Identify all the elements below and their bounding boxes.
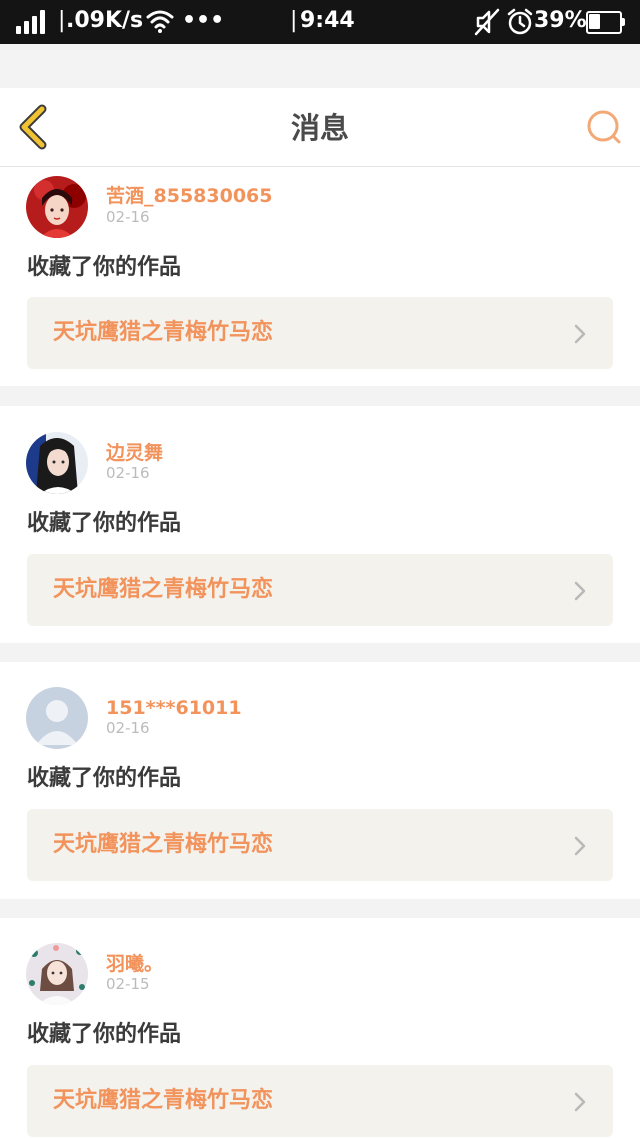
username[interactable]: 边灵舞 xyxy=(106,441,163,465)
work-title: 天坑鹰猎之青梅竹马恋 xyxy=(53,577,274,602)
alarm-icon xyxy=(506,8,534,36)
search-icon[interactable] xyxy=(584,108,624,148)
battery-percent: 39% xyxy=(534,8,587,33)
work-title: 天坑鹰猎之青梅竹马恋 xyxy=(53,320,274,345)
mute-icon xyxy=(474,8,500,36)
clock-time: 9:44 xyxy=(300,8,355,33)
action-text: 收藏了你的作品 xyxy=(27,511,182,536)
chevron-right-icon xyxy=(573,835,587,857)
action-text: 收藏了你的作品 xyxy=(27,766,182,791)
username[interactable]: 羽曦。 xyxy=(106,952,163,976)
work-title: 天坑鹰猎之青梅竹马恋 xyxy=(53,1088,274,1113)
status-divider: | xyxy=(58,8,66,33)
work-link[interactable]: 天坑鹰猎之青梅竹马恋 xyxy=(27,297,613,369)
message-card: 苦酒_855830065 02-16 收藏了你的作品 天坑鹰猎之青梅竹马恋 xyxy=(0,167,640,386)
battery-icon xyxy=(586,11,625,34)
network-speed: .09K/s xyxy=(66,8,144,33)
avatar[interactable] xyxy=(26,943,88,1005)
work-title: 天坑鹰猎之青梅竹马恋 xyxy=(53,832,274,857)
chevron-right-icon xyxy=(573,323,587,345)
username[interactable]: 苦酒_855830065 xyxy=(106,184,272,208)
status-bar: | .09K/s ••• | 9:44 39% xyxy=(0,0,640,44)
message-date: 02-16 xyxy=(106,208,150,226)
action-text: 收藏了你的作品 xyxy=(27,1022,182,1047)
page-title: 消息 xyxy=(290,111,349,145)
message-card: 151***61011 02-16 收藏了你的作品 天坑鹰猎之青梅竹马恋 xyxy=(0,662,640,899)
work-link[interactable]: 天坑鹰猎之青梅竹马恋 xyxy=(27,809,613,881)
avatar[interactable] xyxy=(26,687,88,749)
chevron-right-icon xyxy=(573,1091,587,1113)
chevron-right-icon xyxy=(573,580,587,602)
message-date: 02-15 xyxy=(106,975,150,993)
work-link[interactable]: 天坑鹰猎之青梅竹马恋 xyxy=(27,554,613,626)
wifi-icon xyxy=(146,9,174,33)
avatar[interactable] xyxy=(26,432,88,494)
username[interactable]: 151***61011 xyxy=(106,696,242,720)
message-card: 边灵舞 02-16 收藏了你的作品 天坑鹰猎之青梅竹马恋 xyxy=(0,406,640,643)
work-link[interactable]: 天坑鹰猎之青梅竹马恋 xyxy=(27,1065,613,1137)
status-divider: | xyxy=(290,8,298,33)
action-text: 收藏了你的作品 xyxy=(27,255,182,280)
message-date: 02-16 xyxy=(106,719,150,737)
more-dots-icon: ••• xyxy=(182,8,225,33)
avatar[interactable] xyxy=(26,176,88,238)
signal-icon xyxy=(16,10,48,34)
message-card: 羽曦。 02-15 收藏了你的作品 天坑鹰猎之青梅竹马恋 xyxy=(0,918,640,1138)
header-bar: 消息 xyxy=(0,88,640,167)
message-date: 02-16 xyxy=(106,464,150,482)
